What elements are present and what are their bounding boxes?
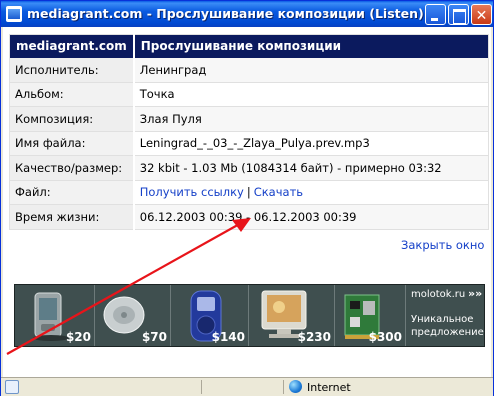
page-content: mediagrant.com Прослушивание композиции … <box>3 27 491 377</box>
album-label: Альбом: <box>9 82 135 107</box>
banner-item[interactable]: $20 <box>15 285 95 346</box>
banner-tagline-2: предложение <box>411 327 484 338</box>
banner-item[interactable]: $300 <box>335 285 406 346</box>
download-link[interactable]: Скачать <box>254 185 303 199</box>
status-bar: Internet <box>1 377 493 396</box>
status-divider <box>283 380 284 394</box>
page-header: Прослушивание композиции <box>133 34 489 58</box>
track-label: Композиция: <box>9 106 135 132</box>
banner-price: $230 <box>297 330 331 344</box>
table-row: Альбом: Точка <box>9 82 489 107</box>
close-icon: ✕ <box>475 8 488 24</box>
table-row: Исполнитель: Ленинград <box>9 57 489 83</box>
quality-label: Качество/размер: <box>9 155 135 181</box>
banner-price: $140 <box>211 330 245 344</box>
track-value: Злая Пуля <box>133 106 489 132</box>
title-bar[interactable]: mediagrant.com - Прослушивание композици… <box>1 1 493 27</box>
close-window-link[interactable]: Закрыть окно <box>401 238 484 252</box>
banner-price: $20 <box>65 330 91 344</box>
site-header: mediagrant.com <box>9 34 135 58</box>
quality-value: 32 kbit - 1.03 Mb (1084314 байт) - приме… <box>133 155 489 181</box>
status-divider <box>201 380 202 394</box>
maximize-button[interactable] <box>448 4 469 25</box>
page-status-icon <box>5 380 19 394</box>
banner-sidebar[interactable]: molotok.ru »» Уникальное предложение <box>406 285 484 346</box>
security-zone-label: Internet <box>307 381 351 394</box>
cd-player-icon <box>103 296 145 334</box>
table-header-row: mediagrant.com Прослушивание композиции <box>9 34 489 58</box>
filename-label: Имя файла: <box>9 131 135 156</box>
artist-value: Ленинград <box>133 57 489 83</box>
table-row: Файл: Получить ссылку | Скачать <box>9 180 489 205</box>
molotok-ad-banner[interactable]: $20 $70 $140 $230 $300 molotok.ru »» Уни… <box>14 284 485 347</box>
browser-popup-window: mediagrant.com - Прослушивание композици… <box>0 0 494 396</box>
banner-price: $70 <box>141 330 167 344</box>
table-row: Имя файла: Leningrad_-_03_-_Zlaya_Pulya.… <box>9 131 489 156</box>
table-row: Композиция: Злая Пуля <box>9 106 489 132</box>
banner-site-name: molotok.ru <box>411 289 466 300</box>
banner-tagline-1: Уникальное <box>411 314 474 325</box>
track-info-table: mediagrant.com Прослушивание композиции … <box>9 34 489 230</box>
ie-window-icon <box>6 6 22 22</box>
get-link-link[interactable]: Получить ссылку <box>140 185 244 199</box>
banner-item[interactable]: $70 <box>95 285 171 346</box>
banner-price: $300 <box>368 330 402 344</box>
filename-value: Leningrad_-_03_-_Zlaya_Pulya.prev.mp3 <box>133 131 489 156</box>
minimize-button[interactable] <box>425 4 446 25</box>
table-row: Качество/размер: 32 kbit - 1.03 Mb (1084… <box>9 155 489 181</box>
table-row: Время жизни: 06.12.2003 00:39 - 06.12.20… <box>9 204 489 230</box>
lifetime-value: 06.12.2003 00:39 - 06.12.2003 00:39 <box>133 204 489 230</box>
banner-item[interactable]: $230 <box>249 285 335 346</box>
file-label: Файл: <box>9 180 135 205</box>
close-window-button[interactable]: ✕ <box>471 4 492 25</box>
window-title: mediagrant.com - Прослушивание композици… <box>27 6 434 21</box>
file-actions: Получить ссылку | Скачать <box>133 180 489 205</box>
artist-label: Исполнитель: <box>9 57 135 83</box>
lifetime-label: Время жизни: <box>9 204 135 230</box>
link-separator: | <box>246 185 251 200</box>
album-value: Точка <box>133 82 489 107</box>
banner-item[interactable]: $140 <box>171 285 249 346</box>
internet-zone-icon <box>289 380 302 393</box>
banner-arrows: »» <box>468 287 483 300</box>
